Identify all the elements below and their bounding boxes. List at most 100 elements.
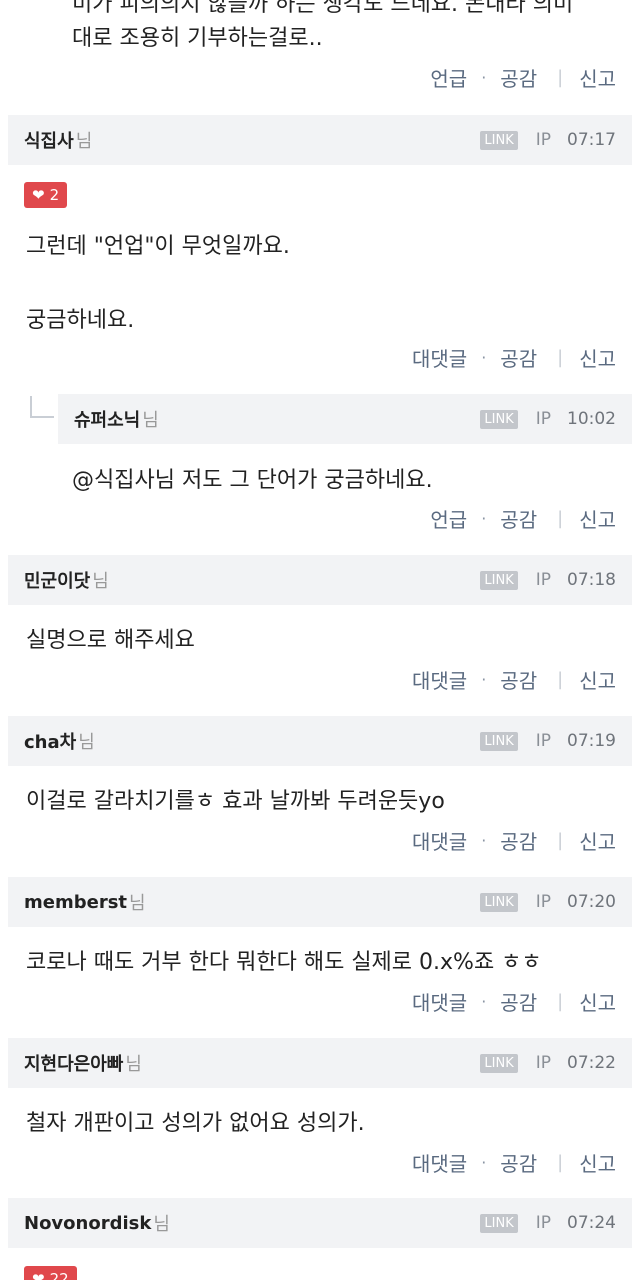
comment-header: memberst 님 LINK IP 07:20 bbox=[8, 877, 632, 927]
nickname[interactable]: 슈퍼소닉 bbox=[74, 406, 140, 432]
ip-label: IP bbox=[535, 130, 551, 150]
nickname[interactable]: cha차 bbox=[24, 728, 76, 754]
ip-label: IP bbox=[535, 1213, 551, 1233]
like-button[interactable]: 공감 bbox=[500, 665, 537, 694]
ip-label: IP bbox=[535, 1053, 551, 1073]
divider: | bbox=[557, 66, 564, 88]
like-count: 2 bbox=[49, 186, 60, 204]
comment-time: 07:19 bbox=[567, 731, 616, 751]
divider: | bbox=[557, 990, 564, 1012]
separator-dot: · bbox=[481, 669, 487, 689]
report-button[interactable]: 신고 bbox=[579, 63, 616, 92]
nickname[interactable]: 지현다은아빠 bbox=[24, 1050, 123, 1076]
ip-label: IP bbox=[535, 731, 551, 751]
comment-header: cha차 님 LINK IP 07:19 bbox=[8, 716, 632, 766]
link-badge[interactable]: LINK bbox=[480, 1213, 518, 1233]
comment-text: 그런데 "언업"이 무엇일까요. bbox=[26, 234, 290, 259]
reply-button[interactable]: 대댓글 bbox=[412, 1148, 467, 1177]
separator-dot: · bbox=[481, 991, 487, 1011]
nickname-suffix: 님 bbox=[75, 131, 93, 152]
heart-icon: ❤ bbox=[32, 1270, 45, 1280]
like-button[interactable]: 공감 bbox=[500, 504, 537, 533]
comment-time: 07:20 bbox=[567, 892, 616, 912]
separator-dot: · bbox=[481, 508, 487, 528]
ip-label: IP bbox=[535, 409, 551, 429]
comment-text: 실명으로 해주세요 bbox=[26, 628, 195, 653]
comment-time: 07:24 bbox=[567, 1213, 616, 1233]
comment-actions: 대댓글 · 공감 | 신고 bbox=[412, 986, 616, 1016]
divider: | bbox=[557, 668, 564, 690]
ip-label: IP bbox=[535, 570, 551, 590]
reply-button[interactable]: 대댓글 bbox=[412, 665, 467, 694]
comment-actions: 대댓글 · 공감 | 신고 bbox=[412, 825, 616, 855]
nickname-suffix: 님 bbox=[142, 410, 159, 431]
reply-indicator-icon bbox=[30, 396, 54, 418]
previous-comment-cut-line: 미가 피의의지 않을까 하는 생각도 드네요. 돈내라 의미 bbox=[72, 0, 574, 17]
separator-dot: · bbox=[481, 830, 487, 850]
nickname[interactable]: 민군이닷 bbox=[24, 567, 90, 593]
link-badge[interactable]: LINK bbox=[480, 409, 518, 429]
nickname-suffix: 님 bbox=[92, 571, 109, 592]
nickname-suffix: 님 bbox=[153, 1214, 170, 1235]
mention-button[interactable]: 언급 bbox=[430, 504, 467, 533]
comment-header: 식집사 님 LINK IP 07:17 bbox=[8, 115, 632, 165]
link-badge[interactable]: LINK bbox=[480, 1053, 518, 1073]
comment-actions: 대댓글 · 공감 | 신고 bbox=[412, 342, 616, 372]
comment-actions: 대댓글 · 공감 | 신고 bbox=[412, 1147, 616, 1177]
like-button[interactable]: 공감 bbox=[500, 343, 537, 372]
comment-time: 07:17 bbox=[567, 130, 616, 150]
heart-icon: ❤ bbox=[32, 186, 45, 204]
comment-text: 이걸로 갈라치기를ㅎ 효과 날까봐 두려운듯yo bbox=[26, 789, 445, 814]
comment-text: 철자 개판이고 성의가 없어요 성의가. bbox=[26, 1111, 365, 1136]
link-badge[interactable]: LINK bbox=[480, 130, 518, 150]
like-count-badge: ❤ 22 bbox=[24, 1266, 77, 1280]
comment-header: 지현다은아빠 님 LINK IP 07:22 bbox=[8, 1038, 632, 1088]
comment-header: 민군이닷 님 LINK IP 07:18 bbox=[8, 555, 632, 605]
comment-time: 07:18 bbox=[567, 570, 616, 590]
divider: | bbox=[557, 346, 564, 368]
mention-link[interactable]: @식집사 bbox=[72, 468, 155, 493]
comment-time: 10:02 bbox=[567, 409, 616, 429]
like-button[interactable]: 공감 bbox=[500, 1148, 537, 1177]
nickname-suffix: 님 bbox=[125, 1054, 142, 1075]
nickname-suffix: 님 bbox=[129, 893, 146, 914]
nickname-suffix: 님 bbox=[78, 732, 95, 753]
link-badge[interactable]: LINK bbox=[480, 892, 518, 912]
comment-header: Novonordisk 님 LINK IP 07:24 bbox=[8, 1198, 632, 1248]
divider: | bbox=[557, 507, 564, 529]
mention-button[interactable]: 언급 bbox=[430, 63, 467, 92]
reply-header: 슈퍼소닉 님 LINK IP 10:02 bbox=[58, 394, 632, 444]
report-button[interactable]: 신고 bbox=[579, 665, 616, 694]
nickname[interactable]: memberst bbox=[24, 892, 127, 913]
ip-label: IP bbox=[535, 892, 551, 912]
nickname[interactable]: Novonordisk bbox=[24, 1213, 151, 1234]
like-button[interactable]: 공감 bbox=[500, 63, 537, 92]
like-count: 22 bbox=[49, 1270, 69, 1280]
divider: | bbox=[557, 1151, 564, 1173]
separator-dot: · bbox=[481, 67, 487, 87]
reply-button[interactable]: 대댓글 bbox=[412, 987, 467, 1016]
report-button[interactable]: 신고 bbox=[579, 987, 616, 1016]
report-button[interactable]: 신고 bbox=[579, 826, 616, 855]
separator-dot: · bbox=[481, 347, 487, 367]
comment-text: 궁금하네요. bbox=[26, 308, 135, 333]
reply-text-body: 님 저도 그 단어가 궁금하네요. bbox=[154, 468, 433, 493]
like-count-badge: ❤ 2 bbox=[24, 182, 68, 208]
comment-time: 07:22 bbox=[567, 1053, 616, 1073]
like-button[interactable]: 공감 bbox=[500, 826, 537, 855]
report-button[interactable]: 신고 bbox=[579, 1148, 616, 1177]
divider: | bbox=[557, 829, 564, 851]
comment-actions: 언급 · 공감 | 신고 bbox=[430, 62, 616, 92]
like-button[interactable]: 공감 bbox=[500, 987, 537, 1016]
reply-button[interactable]: 대댓글 bbox=[412, 343, 467, 372]
reply-text: @식집사님 저도 그 단어가 궁금하네요. bbox=[72, 462, 433, 494]
reply-button[interactable]: 대댓글 bbox=[412, 826, 467, 855]
report-button[interactable]: 신고 bbox=[579, 504, 616, 533]
comment-text: 코로나 때도 거부 한다 뭐한다 해도 실제로 0.x%죠 ㅎㅎ bbox=[26, 950, 542, 975]
comment-actions: 언급 · 공감 | 신고 bbox=[430, 503, 616, 533]
nickname[interactable]: 식집사 bbox=[24, 127, 74, 153]
report-button[interactable]: 신고 bbox=[579, 343, 616, 372]
link-badge[interactable]: LINK bbox=[480, 570, 518, 590]
previous-comment-text: 대로 조용히 기부하는걸로.. bbox=[72, 26, 323, 51]
link-badge[interactable]: LINK bbox=[480, 731, 518, 751]
